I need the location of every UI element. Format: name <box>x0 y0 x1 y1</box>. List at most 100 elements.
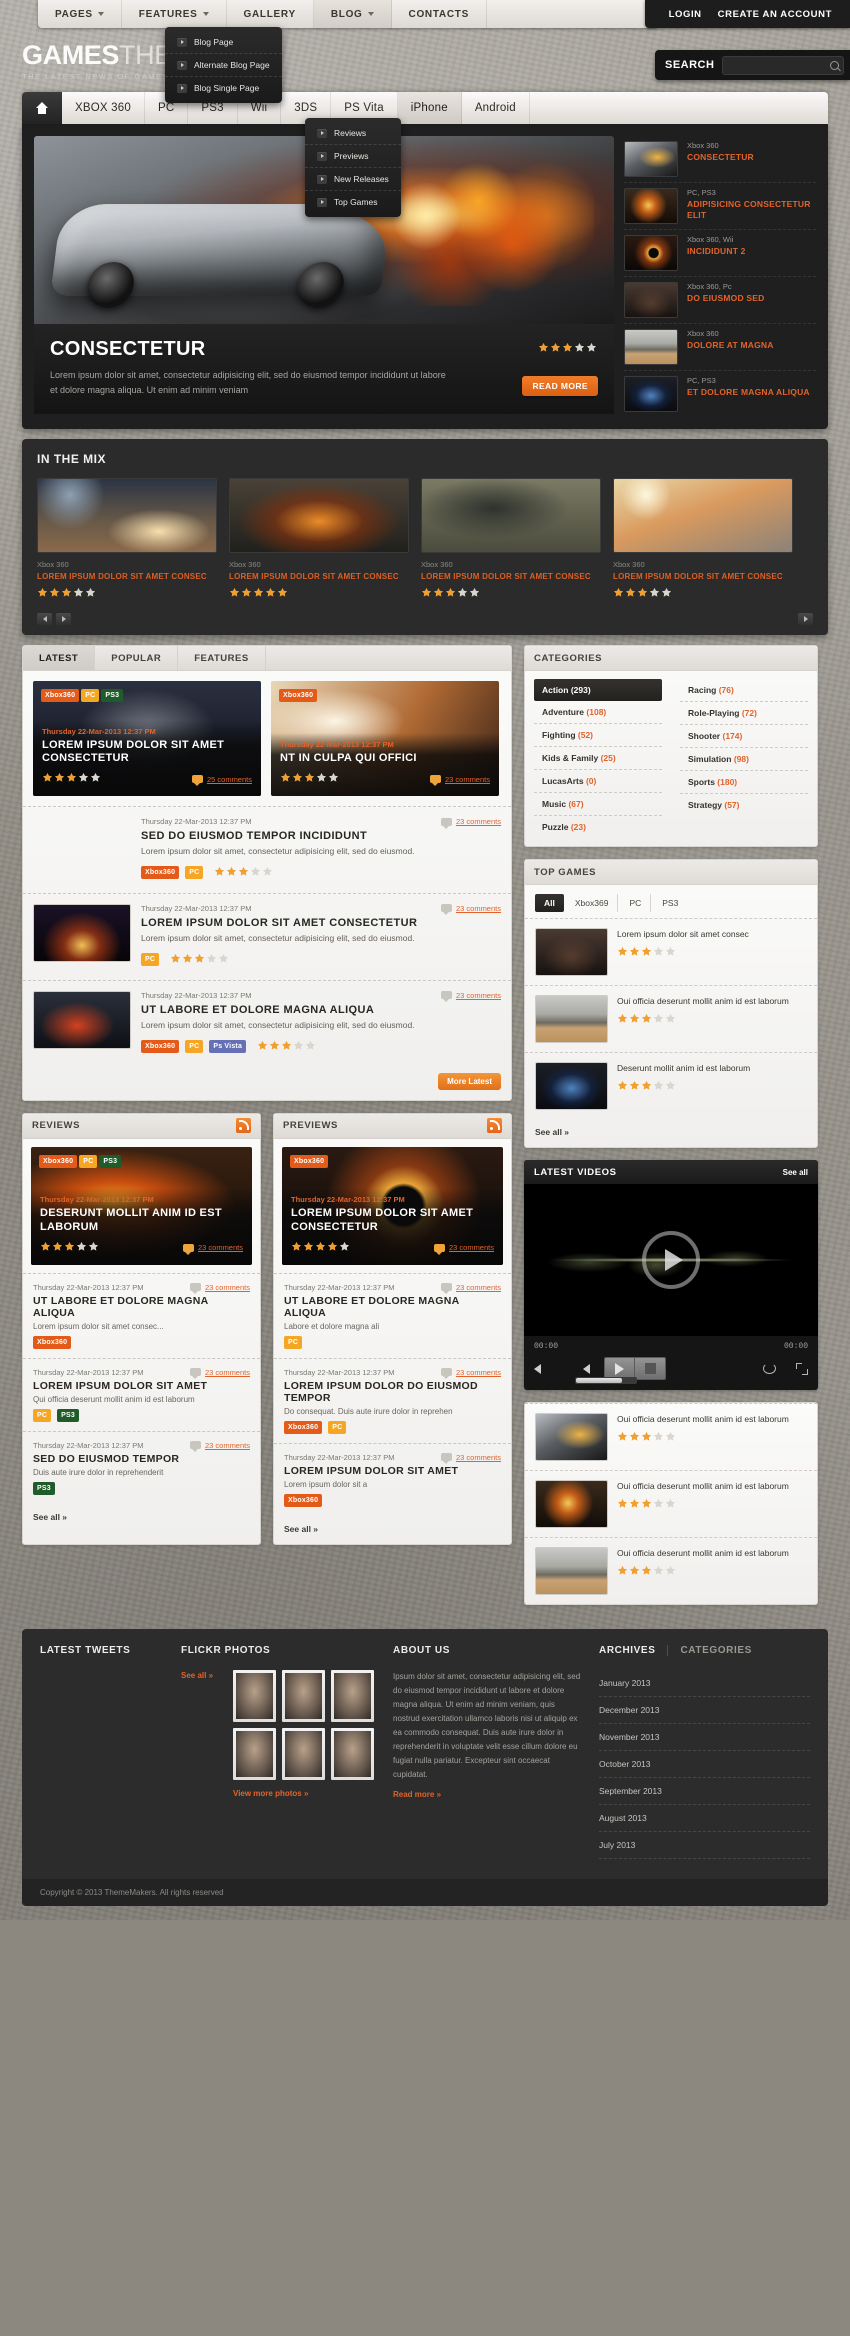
nav-item-contacts[interactable]: CONTACTS <box>392 0 487 28</box>
section-post-row[interactable]: Thursday 22-Mar-2013 12:37 PM 23 comments… <box>23 1357 260 1431</box>
top-games-filter-xbox369[interactable]: Xbox369 <box>566 894 619 912</box>
category-item[interactable]: Fighting (52) <box>534 724 662 747</box>
footer-categories-heading[interactable]: CATEGORIES <box>680 1645 751 1656</box>
category-item[interactable]: Puzzle (23) <box>534 816 662 838</box>
previews-see-all[interactable]: See all » <box>274 1516 511 1544</box>
hero-post-card[interactable]: Xbox360 Thursday 22-Mar-2013 12:37 PM NT I… <box>271 681 499 796</box>
search-field[interactable] <box>722 55 844 76</box>
post-row[interactable]: Thursday 22-Mar-2013 12:37 PM 23 comments… <box>23 979 511 1067</box>
tab-popular[interactable]: POPULAR <box>95 646 179 670</box>
mix-prev-button[interactable] <box>37 613 52 625</box>
hero-post-card[interactable]: Xbox360 PC PS3 Thursday 22-Mar-2013 12:37 P… <box>33 681 261 796</box>
flickr-thumbnail[interactable] <box>282 1728 325 1780</box>
reviews-hero[interactable]: Xbox360 PC PS3 Thursday 22-Mar-2013 12:37 P… <box>23 1146 260 1265</box>
top-games-filter-ps3[interactable]: PS3 <box>653 894 687 912</box>
play-button[interactable] <box>642 1231 700 1289</box>
footer-archives-heading[interactable]: ARCHIVES <box>599 1645 655 1656</box>
blog-dropdown-menu[interactable]: Blog Page Alternate Blog Page Blog Single … <box>165 27 282 103</box>
flickr-thumbnail[interactable] <box>331 1670 374 1722</box>
platform-tab-iphone[interactable]: iPhone <box>397 92 462 124</box>
category-item[interactable]: Kids & Family (25) <box>534 747 662 770</box>
post-row[interactable]: Thursday 22-Mar-2013 12:37 PM 23 comments… <box>23 806 511 893</box>
slider-side-item[interactable]: Xbox 360, Wii INCIDIDUNT 2 <box>624 230 816 277</box>
about-read-more[interactable]: Read more » <box>393 1790 583 1799</box>
nav-item-blog[interactable]: BLOG <box>313 0 392 28</box>
slider-side-item[interactable]: Xbox 360 CONSECTETUR <box>624 136 816 183</box>
section-post-row[interactable]: Thursday 22-Mar-2013 12:37 PM 23 comments… <box>274 1442 511 1516</box>
section-hero-card[interactable]: Xbox360 PC PS3 Thursday 22-Mar-2013 12:37 P… <box>31 1146 252 1265</box>
slider-side-item[interactable]: PC, PS3 ADIPISICING CONSECTETUR ELIT <box>624 183 816 230</box>
mix-next-button[interactable] <box>56 613 71 625</box>
video-stop-button[interactable] <box>635 1358 665 1379</box>
slider-side-item[interactable]: PC, PS3 ET DOLORE MAGNA ALIQUA <box>624 371 816 417</box>
comments-link[interactable]: 23 comments <box>456 817 501 826</box>
category-item[interactable]: Simulation (98) <box>680 748 808 771</box>
fullscreen-icon[interactable] <box>796 1362 808 1375</box>
archive-item[interactable]: December 2013 <box>599 1697 810 1724</box>
category-item[interactable]: Sports (180) <box>680 771 808 794</box>
read-more-button[interactable]: READ MORE <box>522 375 598 396</box>
nav-item-gallery[interactable]: GALLERY <box>227 0 314 28</box>
section-post-row[interactable]: Thursday 22-Mar-2013 12:37 PM 23 comments… <box>274 1272 511 1358</box>
category-item[interactable]: Role-Playing (72) <box>680 702 808 725</box>
comments-link[interactable]: 23 comments <box>205 1368 250 1377</box>
category-item[interactable]: Strategy (57) <box>680 794 808 816</box>
comments-link[interactable]: 25 comments <box>207 775 252 784</box>
volume-icon[interactable] <box>583 1363 590 1374</box>
create-account-button[interactable]: CREATE AN ACCOUNT <box>718 9 832 20</box>
category-item[interactable]: LucasArts (0) <box>534 770 662 793</box>
section-hero-card[interactable]: Xbox360 Thursday 22-Mar-2013 12:37 PM LORE… <box>282 1146 503 1265</box>
post-row[interactable]: Thursday 22-Mar-2013 12:37 PM 23 comments… <box>23 892 511 980</box>
comments-link[interactable]: 23 comments <box>205 1441 250 1450</box>
category-item[interactable]: Adventure (108) <box>534 701 662 724</box>
repeat-icon[interactable] <box>763 1363 776 1374</box>
top-game-row[interactable]: Oui officia deserunt mollit anim id est … <box>525 985 817 1052</box>
search-input[interactable] <box>723 58 843 76</box>
archive-item[interactable]: January 2013 <box>599 1670 810 1697</box>
top-games-filter-pc[interactable]: PC <box>620 894 652 912</box>
archive-item[interactable]: October 2013 <box>599 1751 810 1778</box>
dropdown-item[interactable]: Alternate Blog Page <box>165 54 282 77</box>
nav-item-features[interactable]: FEATURES <box>122 0 227 28</box>
rss-icon[interactable] <box>236 1118 251 1134</box>
section-post-row[interactable]: Thursday 22-Mar-2013 12:37 PM 23 comments… <box>274 1357 511 1443</box>
search-icon[interactable] <box>830 60 839 70</box>
comments-link[interactable]: 23 comments <box>456 991 501 1000</box>
section-post-row[interactable]: Thursday 22-Mar-2013 12:37 PM 23 comments… <box>23 1272 260 1358</box>
slider-side-item[interactable]: Xbox 360 DOLORE AT MAGNA <box>624 324 816 371</box>
flickr-see-all[interactable]: See all » <box>181 1671 213 1680</box>
top-games-see-all[interactable]: See all » <box>525 1119 817 1147</box>
dropdown-item[interactable]: Reviews <box>305 122 401 145</box>
tab-features[interactable]: FEATURES <box>178 646 266 670</box>
comments-link[interactable]: 23 comments <box>449 1243 494 1252</box>
flickr-thumbnail[interactable] <box>233 1728 276 1780</box>
category-item[interactable]: Action (293) <box>534 679 662 701</box>
nav-item-pages[interactable]: PAGES <box>38 0 122 28</box>
archive-item[interactable]: July 2013 <box>599 1832 810 1859</box>
comments-link[interactable]: 23 comments <box>198 1243 243 1252</box>
platform-dropdown-menu[interactable]: Reviews Previews New Releases Top Games <box>305 118 401 217</box>
previews-hero[interactable]: Xbox360 Thursday 22-Mar-2013 12:37 PM LORE… <box>274 1146 511 1265</box>
archive-item[interactable]: August 2013 <box>599 1805 810 1832</box>
mix-next-end-button[interactable] <box>798 613 813 625</box>
video-row[interactable]: Oui officia deserunt mollit anim id est … <box>525 1537 817 1604</box>
login-button[interactable]: LOGIN <box>669 9 702 20</box>
more-latest-button[interactable]: More Latest <box>438 1072 501 1090</box>
latest-videos-see-all[interactable]: See all <box>783 1168 808 1177</box>
top-game-row[interactable]: Deserunt mollit anim id est laborum <box>525 1052 817 1119</box>
video-play-button[interactable] <box>605 1358 635 1379</box>
comments-link[interactable]: 23 comments <box>205 1283 250 1292</box>
platform-tab-android[interactable]: Android <box>462 92 530 124</box>
mute-icon[interactable] <box>534 1363 541 1374</box>
comments-link[interactable]: 23 comments <box>445 775 490 784</box>
category-item[interactable]: Racing (76) <box>680 679 808 702</box>
dropdown-item[interactable]: Top Games <box>305 191 401 213</box>
platform-tab-xbox-360[interactable]: XBOX 360 <box>62 92 145 124</box>
flickr-thumbnail[interactable] <box>233 1670 276 1722</box>
flickr-thumbnail[interactable] <box>282 1670 325 1722</box>
archive-item[interactable]: September 2013 <box>599 1778 810 1805</box>
video-stage[interactable] <box>524 1184 818 1336</box>
archive-item[interactable]: November 2013 <box>599 1724 810 1751</box>
comments-link[interactable]: 23 comments <box>456 1453 501 1462</box>
mix-card[interactable]: Xbox 360 LOREM IPSUM DOLOR SIT AMET CONSE… <box>37 478 217 603</box>
